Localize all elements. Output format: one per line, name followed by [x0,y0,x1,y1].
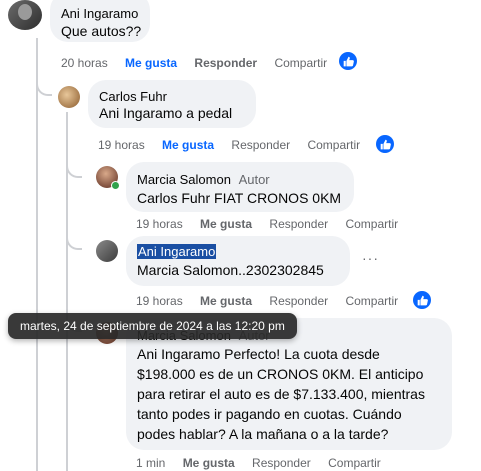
reply-button[interactable]: Responder [231,138,290,152]
comment-actions: 19 horas Me gusta Responder Compartir [98,138,374,152]
avatar[interactable] [8,0,42,30]
more-options-button[interactable]: ··· [362,250,379,266]
reply-button[interactable]: Responder [269,294,328,308]
comment-bubble: Marcia Salomon Autor Carlos Fuhr FIAT CR… [126,162,354,212]
avatar[interactable] [58,86,80,108]
thread-line [36,38,38,471]
mention-link[interactable]: Marcia Salomon [137,262,238,278]
comment-time[interactable]: 1 min [136,456,165,470]
comment-author[interactable]: Marcia Salomon [137,172,231,187]
like-button[interactable]: Me gusta [162,138,214,152]
share-button[interactable]: Compartir [345,294,398,308]
timestamp-tooltip: martes, 24 de septiembre de 2024 a las 1… [8,313,297,339]
comment-text: Marcia Salomon..2302302845 [137,260,324,280]
comment-author[interactable]: Ani Ingaramo [137,244,217,259]
comment-author-row: Marcia Salomon Autor [137,172,270,187]
like-button[interactable]: Me gusta [200,217,252,231]
comment-time[interactable]: 19 horas [136,217,183,231]
mention-link[interactable]: Ani Ingaramo [137,346,220,362]
comment-actions: 20 horas Me gusta Responder Compartir [61,56,341,70]
share-button[interactable]: Compartir [328,456,381,470]
comment-bubble: Carlos Fuhr Ani Ingaramo a pedal [88,80,256,128]
like-reaction-icon[interactable] [413,291,431,309]
comment-text: Ani Ingaramo a pedal [99,103,232,123]
author-badge: Autor [238,172,270,187]
comment-time[interactable]: 19 horas [98,138,145,152]
comment-body: tanto podes ir pagando en cuotas. Cuándo [137,406,402,422]
comment-author-row: Ani Ingaramo [137,244,217,259]
like-button[interactable]: Me gusta [125,56,177,70]
comment-actions: 19 horas Me gusta Responder Compartir [136,217,412,231]
comment-body: Perfecto! La cuota desde [224,346,380,362]
comment-actions: 1 min Me gusta Responder Compartir [136,456,395,470]
comment-body: a pedal [186,105,233,121]
reply-button[interactable]: Responder [269,217,328,231]
mention-link[interactable]: Carlos Fuhr [137,190,210,206]
reply-button[interactable]: Responder [252,456,311,470]
thread-connector [36,82,52,96]
comment-text: Ani Ingaramo Perfecto! La cuota desde $1… [137,344,447,444]
comment-text: Que autos?? [61,23,142,39]
share-button[interactable]: Compartir [345,217,398,231]
like-button[interactable]: Me gusta [183,456,235,470]
comment-bubble: Ani Ingaramo Marcia Salomon..2302302845 [126,236,350,286]
comment-body: FIAT CRONOS 0KM [214,190,342,206]
comment-time[interactable]: 20 horas [61,56,108,70]
reply-button[interactable]: Responder [194,56,257,70]
like-reaction-icon[interactable] [376,135,394,153]
comment-author[interactable]: Carlos Fuhr [99,89,167,104]
comment-bubble: Ani Ingaramo Que autos?? [50,0,150,42]
comment-body: para retirar el auto es de $7.133.400, m… [137,386,425,402]
comment-author[interactable]: Ani Ingaramo [61,6,138,21]
avatar[interactable] [96,240,118,262]
like-reaction-icon[interactable] [339,52,357,70]
comment-actions: 19 horas Me gusta Responder Compartir [136,294,412,308]
thread-connector [66,236,82,250]
comment-time[interactable]: 19 horas [136,294,183,308]
comment-body: ..2302302845 [238,262,324,278]
like-button[interactable]: Me gusta [200,294,252,308]
comment-text: Carlos Fuhr FIAT CRONOS 0KM [137,188,341,208]
share-button[interactable]: Compartir [274,56,327,70]
thread-connector [66,164,82,178]
comment-body: $198.000 es de un CRONOS 0KM. El anticip… [137,366,424,382]
share-button[interactable]: Compartir [307,138,360,152]
online-status-icon [111,181,120,190]
comment-body: podes hablar? A la mañana o a la tarde? [137,426,389,442]
mention-link[interactable]: Ani Ingaramo [99,105,182,121]
